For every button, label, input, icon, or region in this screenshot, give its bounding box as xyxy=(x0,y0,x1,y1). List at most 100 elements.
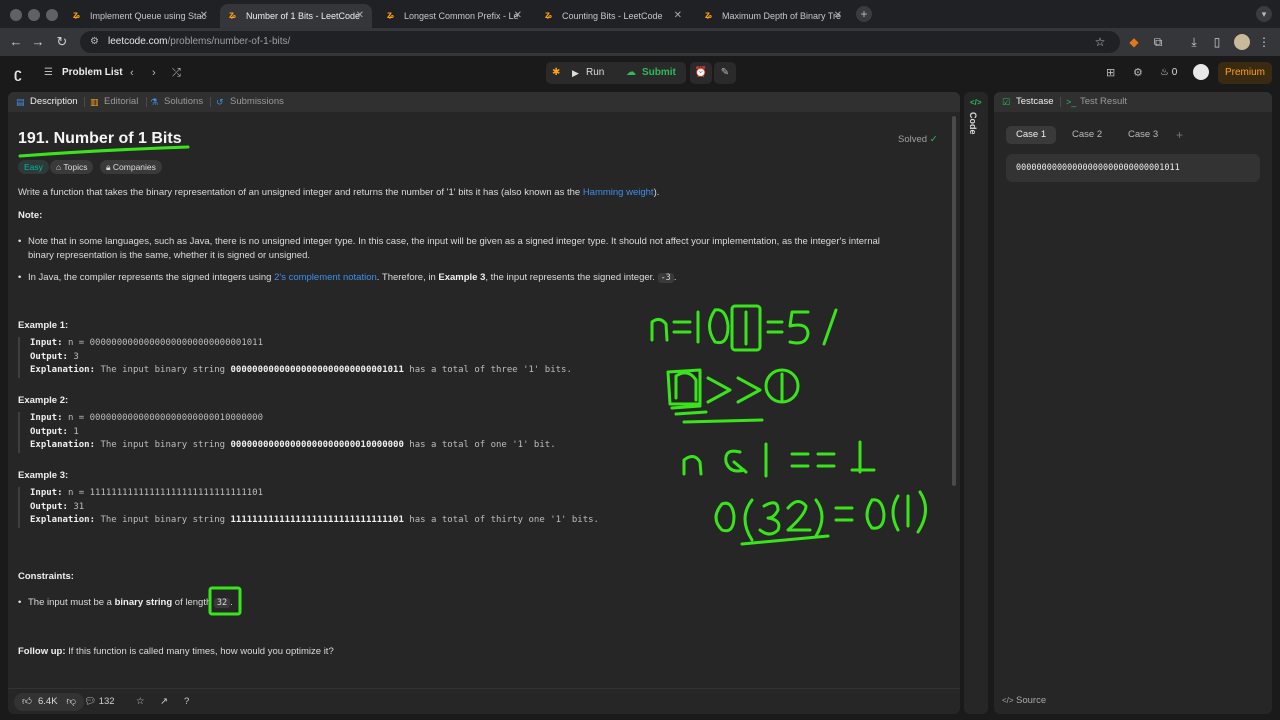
case-tab-3[interactable]: Case 3 xyxy=(1118,126,1168,144)
leetcode-header: ʗ ☰ Problem List ‹ › ⤮ ✱ ▶ Run ☁ Submit … xyxy=(0,56,1280,90)
bullet-dot: • xyxy=(18,597,22,608)
fire-icon: ♨ xyxy=(1160,67,1169,78)
close-tab-icon[interactable]: ✕ xyxy=(356,4,364,28)
submit-button[interactable]: ☁ Submit xyxy=(626,62,676,84)
reload-icon[interactable]: ↻ xyxy=(54,34,70,50)
like-dislike-group[interactable]: 👍︎ 6.4K 👎︎ xyxy=(14,693,84,711)
close-tab-icon[interactable]: ✕ xyxy=(200,4,208,28)
thumbs-up-icon[interactable]: 👍︎ xyxy=(22,693,32,711)
site-info-icon[interactable]: ⚙ xyxy=(90,31,99,53)
browser-tab[interactable]: ʑ Counting Bits - LeetCode ✕ xyxy=(536,4,690,28)
companies-tag[interactable]: 🔒︎ Companies xyxy=(100,160,162,174)
flask-icon: ⚗ xyxy=(150,97,159,107)
chrome-menu-icon[interactable]: ⋮ xyxy=(1256,34,1272,50)
run-button[interactable]: ▶ Run xyxy=(572,62,604,84)
check-circle-icon: ✓ xyxy=(929,134,938,145)
tab-divider xyxy=(1060,97,1061,107)
download-icon[interactable]: ⤓ xyxy=(1186,34,1202,50)
description-scrollbar[interactable] xyxy=(952,116,956,486)
collapsed-code-panel[interactable]: </> Code xyxy=(964,92,988,714)
window-zoom-dot[interactable] xyxy=(46,9,58,21)
tab-divider xyxy=(210,97,211,107)
leetcode-favicon-icon: ʑ xyxy=(73,10,80,21)
tag-icon: ⌂ xyxy=(56,162,62,172)
window-minimize-dot[interactable] xyxy=(28,9,40,21)
case-tab-1[interactable]: Case 1 xyxy=(1006,126,1057,144)
timer-alarm-icon[interactable]: ⏰ xyxy=(690,62,712,84)
browser-tab[interactable]: ʑ Longest Common Prefix - Le ✕ xyxy=(378,4,530,28)
note-item: Note that in some languages, such as Jav… xyxy=(28,236,880,261)
constraint-item: The input must be a binary string of len… xyxy=(28,597,233,608)
layout-grid-icon[interactable]: ⊞ xyxy=(1106,66,1115,80)
favorite-star-icon[interactable]: ☆ xyxy=(136,695,145,709)
profile-avatar[interactable] xyxy=(1234,34,1250,50)
cloud-upload-icon: ☁ xyxy=(626,67,636,78)
tab-submissions[interactable]: ↺ Submissions xyxy=(216,92,284,112)
back-arrow-icon[interactable]: ← xyxy=(8,34,24,50)
browser-tab-active[interactable]: ʑ Number of 1 Bits - LeetCode ✕ xyxy=(220,4,372,28)
source-button[interactable]: </> Source xyxy=(1002,694,1046,708)
example-block: Input: n = 11111111111111111111111111111… xyxy=(18,487,599,528)
premium-button[interactable]: Premium xyxy=(1218,62,1272,84)
tab-editorial[interactable]: ▥ Editorial xyxy=(90,92,138,112)
tab-testcase[interactable]: ☑ Testcase xyxy=(1002,92,1054,112)
hamming-weight-link[interactable]: Hamming weight xyxy=(583,187,654,198)
history-icon: ↺ xyxy=(216,97,224,107)
tab-description[interactable]: ▤ Description xyxy=(16,92,78,112)
url-bar[interactable]: ⚙ leetcode.com/problems/number-of-1-bits… xyxy=(80,31,1120,53)
thumbs-down-icon[interactable]: 👎︎ xyxy=(66,693,76,711)
share-icon[interactable]: ↗ xyxy=(160,695,168,709)
comments-button[interactable]: 💬︎ 132 xyxy=(84,695,115,709)
debug-bug-icon[interactable]: ✱ xyxy=(552,66,566,80)
forward-arrow-icon[interactable]: → xyxy=(30,34,46,50)
add-case-icon[interactable]: + xyxy=(1176,126,1183,144)
note-heading: Note: xyxy=(18,210,43,221)
metamask-extension-icon[interactable]: ◆ xyxy=(1126,34,1142,50)
tab-solutions[interactable]: ⚗ Solutions xyxy=(150,92,203,112)
extensions-puzzle-icon[interactable]: ⧉ xyxy=(1150,34,1166,50)
browser-tab[interactable]: ʑ Implement Queue using Stac ✕ xyxy=(64,4,216,28)
bullet-dot: • xyxy=(18,236,22,247)
close-tab-icon[interactable]: ✕ xyxy=(514,4,522,28)
close-tab-icon[interactable]: ✕ xyxy=(834,4,842,28)
testcase-tabs: ☑ Testcase >_ Test Result xyxy=(994,92,1272,112)
code-brackets-icon: </> xyxy=(970,98,982,107)
prev-problem-chevron-icon[interactable]: ‹ xyxy=(130,66,134,80)
book-icon: ▥ xyxy=(90,97,99,107)
streak-counter[interactable]: ♨ 0 xyxy=(1160,66,1177,80)
twos-complement-link[interactable]: 2's complement notation xyxy=(274,272,377,283)
list-icon: ☰ xyxy=(44,67,53,78)
new-tab-button[interactable]: + xyxy=(856,6,872,22)
tab-divider xyxy=(84,97,85,107)
browser-tab-bar: ʑ Implement Queue using Stac ✕ ʑ Number … xyxy=(0,0,1280,28)
close-tab-icon[interactable]: ✕ xyxy=(674,4,682,28)
window-close-dot[interactable] xyxy=(10,9,22,21)
tab-search-icon[interactable]: ▾ xyxy=(1256,6,1272,22)
example-heading: Example 1: xyxy=(18,320,69,331)
shuffle-icon[interactable]: ⤮ xyxy=(172,66,181,80)
topics-tag[interactable]: ⌂ Topics xyxy=(50,160,94,174)
lock-icon: 🔒︎ xyxy=(106,162,111,172)
leetcode-logo-icon[interactable]: ʗ xyxy=(14,65,30,81)
help-circle-icon[interactable]: ? xyxy=(184,695,189,709)
next-problem-chevron-icon[interactable]: › xyxy=(152,66,156,80)
tab-test-result[interactable]: >_ Test Result xyxy=(1066,92,1127,112)
code-panel-label: Code xyxy=(968,112,978,135)
case-tab-2[interactable]: Case 2 xyxy=(1062,126,1112,144)
side-panel-icon[interactable]: ▯ xyxy=(1209,34,1225,50)
notes-icon[interactable]: ✎ xyxy=(714,62,736,84)
bookmark-star-icon[interactable]: ☆ xyxy=(1092,34,1108,50)
leetcode-favicon-icon: ʑ xyxy=(387,10,394,21)
user-avatar[interactable] xyxy=(1193,64,1209,80)
description-footer: 👍︎ 6.4K 👎︎ 💬︎ 132 ☆ ↗ ? xyxy=(8,688,960,714)
testcase-input[interactable]: 00000000000000000000000000001011 xyxy=(1006,154,1260,182)
settings-gear-icon[interactable]: ⚙ xyxy=(1133,66,1143,80)
testcase-panel: ☑ Testcase >_ Test Result Case 1 Case 2 … xyxy=(994,92,1272,714)
browser-tab[interactable]: ʑ Maximum Depth of Binary Tre ✕ xyxy=(696,4,850,28)
solved-status: Solved ✓ xyxy=(898,134,938,145)
bullet-dot: • xyxy=(18,272,22,283)
problem-list-button[interactable]: ☰ Problem List xyxy=(44,66,123,80)
problem-description: Write a function that takes the binary r… xyxy=(18,187,660,198)
inline-code: 32 xyxy=(213,598,231,608)
run-submit-group: ✱ ▶ Run ☁ Submit xyxy=(546,62,686,84)
